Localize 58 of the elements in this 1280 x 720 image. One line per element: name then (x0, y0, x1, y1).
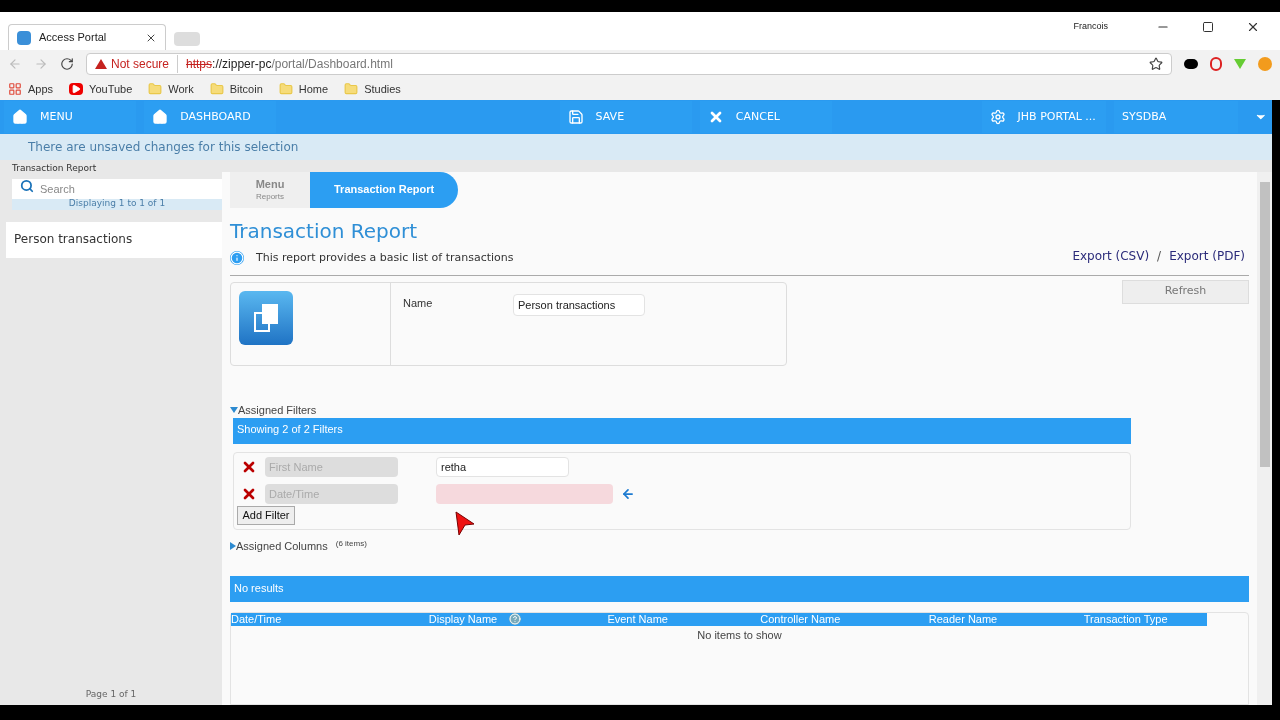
add-filter-button[interactable]: Add Filter (237, 505, 295, 525)
search-icon (20, 178, 34, 193)
profile-name[interactable]: Francois (1073, 20, 1108, 34)
triangle-icon (230, 406, 238, 413)
unsaved-changes-message: There are unsaved changes for this selection (28, 139, 299, 156)
save-icon (567, 109, 584, 125)
bookmark-link[interactable]: Work (148, 80, 194, 98)
folder-icon (278, 82, 293, 96)
url-text: https://zipper-pc/portal/Dashboard.html (185, 56, 393, 73)
bookmark-link[interactable]: Studies (344, 80, 401, 98)
bookmark-link[interactable]: YouTube (69, 80, 133, 98)
column-count: (6 items) (335, 538, 367, 551)
close-icon[interactable] (1246, 20, 1260, 34)
scrollbar[interactable] (1257, 172, 1272, 705)
home-icon (152, 109, 169, 125)
triangle-icon (230, 542, 236, 551)
folder-icon (209, 82, 224, 96)
settings-icon (989, 109, 1006, 125)
reload-icon[interactable] (60, 57, 74, 71)
search-field[interactable]: Search (12, 178, 222, 199)
report-description: This report provides a basic list of transactions (256, 250, 514, 266)
browser-tab[interactable]: Access Portal (8, 24, 166, 50)
home-icon (12, 109, 28, 125)
page-title: Transaction Report (230, 218, 419, 245)
filter-value-field[interactable] (436, 484, 613, 505)
page-indicator: Page 1 of 1 (84, 687, 138, 701)
filter-value-field[interactable]: retha (436, 457, 569, 478)
bookmark-link[interactable]: Home (278, 80, 329, 98)
section-toggle[interactable]: Assigned Columns (230, 538, 328, 555)
help-icon[interactable] (509, 613, 522, 625)
empty-message: No items to show (696, 627, 783, 643)
extension-icon[interactable] (1184, 59, 1198, 69)
bookmark-star-icon[interactable] (1149, 57, 1163, 71)
security-label: Not secure (111, 55, 179, 73)
filters-header: Showing 2 of 2 Filters (233, 418, 1131, 444)
bookmark-link[interactable]: Apps (8, 80, 54, 98)
export-link[interactable]: Export (CSV) (1072, 247, 1150, 266)
apps-icon (8, 82, 22, 96)
tab-favicon-icon (17, 30, 31, 45)
info-icon (230, 251, 244, 266)
maximize-icon[interactable] (1202, 21, 1214, 33)
folder-icon (148, 82, 163, 96)
folder-icon (344, 82, 359, 96)
refresh-button[interactable]: Refresh (1122, 279, 1249, 304)
mouse-pointer-icon (455, 511, 475, 537)
name-field[interactable]: Person transactions (513, 293, 645, 316)
video-icon (69, 83, 84, 95)
sidebar-item[interactable]: Person transactions (6, 221, 222, 258)
documents-icon (239, 290, 293, 345)
results-header: No results (230, 575, 1249, 602)
name-label: Name (403, 295, 434, 311)
export-link[interactable]: Export (PDF) (1169, 247, 1245, 266)
export-separator: / (1157, 248, 1162, 266)
address-bar[interactable]: Not secure https://zipper-pc/portal/Dashboard.html (86, 53, 1172, 75)
bookmark-link[interactable]: Bitcoin (209, 80, 263, 98)
sidebar-title: Transaction Report (11, 162, 98, 175)
tab-title: Access Portal (39, 30, 108, 46)
section-toggle[interactable]: Assigned Filters (230, 401, 1249, 418)
